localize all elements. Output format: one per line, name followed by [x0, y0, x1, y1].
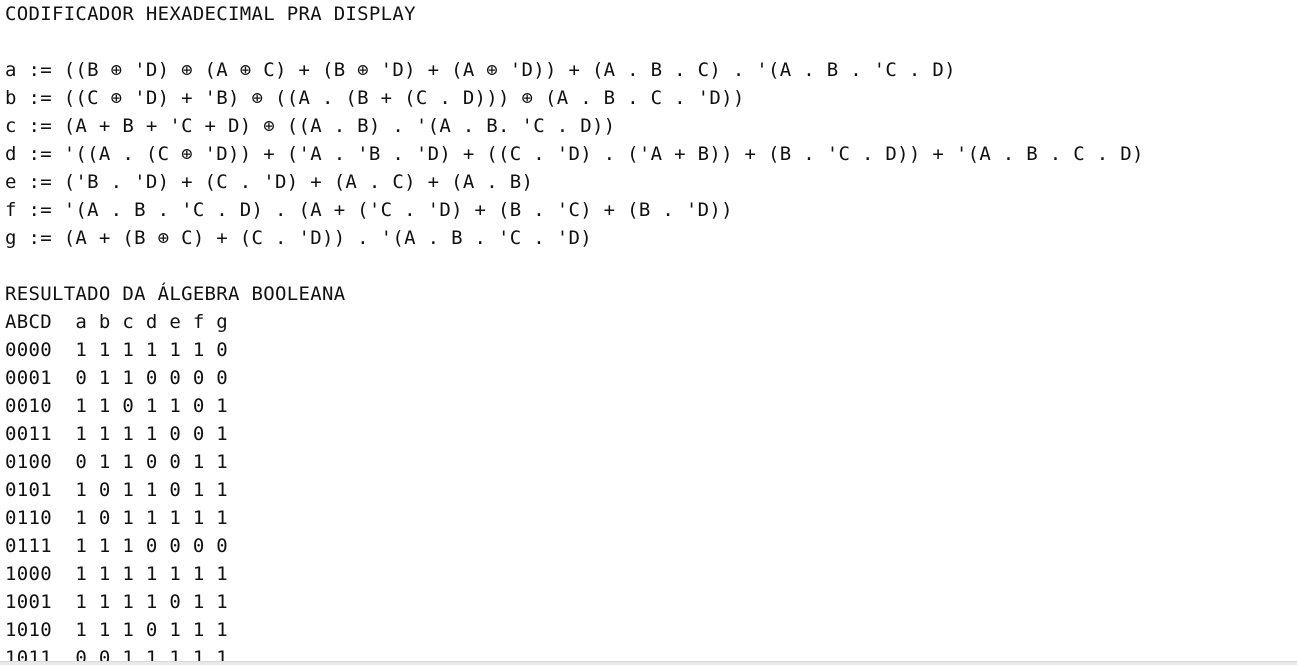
truth-table-row: 1001 1 1 1 1 0 1 1: [5, 591, 229, 613]
truth-table-header: ABCD a b c d e f g: [5, 311, 229, 333]
equation-f: f := '(A . B . 'C . D) . (A + ('C . 'D) …: [5, 199, 733, 221]
truth-table-row: 0001 0 1 1 0 0 0 0: [5, 367, 229, 389]
truth-table-row: 1010 1 1 1 0 1 1 1: [5, 619, 229, 641]
truth-table-row: 0100 0 1 1 0 0 1 1: [5, 451, 229, 473]
equation-g: g := (A + (B ⊕ C) + (C . 'D)) . '(A . B …: [5, 227, 592, 249]
truth-table-row: 0110 1 0 1 1 1 1 1: [5, 507, 229, 529]
truth-table-row: 0101 1 0 1 1 0 1 1: [5, 479, 229, 501]
text-editor[interactable]: CODIFICADOR HEXADECIMAL PRA DISPLAY a :=…: [0, 0, 1297, 665]
truth-table-row: 1000 1 1 1 1 1 1 1: [5, 563, 229, 585]
horizontal-scrollbar[interactable]: [0, 661, 1297, 665]
document-title: CODIFICADOR HEXADECIMAL PRA DISPLAY: [5, 3, 416, 25]
equation-e: e := ('B . 'D) + (C . 'D) + (A . C) + (A…: [5, 171, 534, 193]
equation-c: c := (A + B + 'C + D) ⊕ ((A . B) . '(A .…: [5, 115, 616, 137]
truth-table-row: 0011 1 1 1 1 0 0 1: [5, 423, 229, 445]
document-content[interactable]: CODIFICADOR HEXADECIMAL PRA DISPLAY a :=…: [5, 0, 1295, 665]
truth-table-row: 0000 1 1 1 1 1 1 0: [5, 339, 229, 361]
equation-d: d := '((A . (C ⊕ 'D)) + ('A . 'B . 'D) +…: [5, 143, 1144, 165]
equation-a: a := ((B ⊕ 'D) ⊕ (A ⊕ C) + (B ⊕ 'D) + (A…: [5, 59, 956, 81]
equation-b: b := ((C ⊕ 'D) + 'B) ⊕ ((A . (B + (C . D…: [5, 87, 745, 109]
result-heading: RESULTADO DA ÁLGEBRA BOOLEANA: [5, 283, 346, 305]
truth-table-row: 0111 1 1 1 0 0 0 0: [5, 535, 229, 557]
truth-table-row: 0010 1 1 0 1 1 0 1: [5, 395, 229, 417]
